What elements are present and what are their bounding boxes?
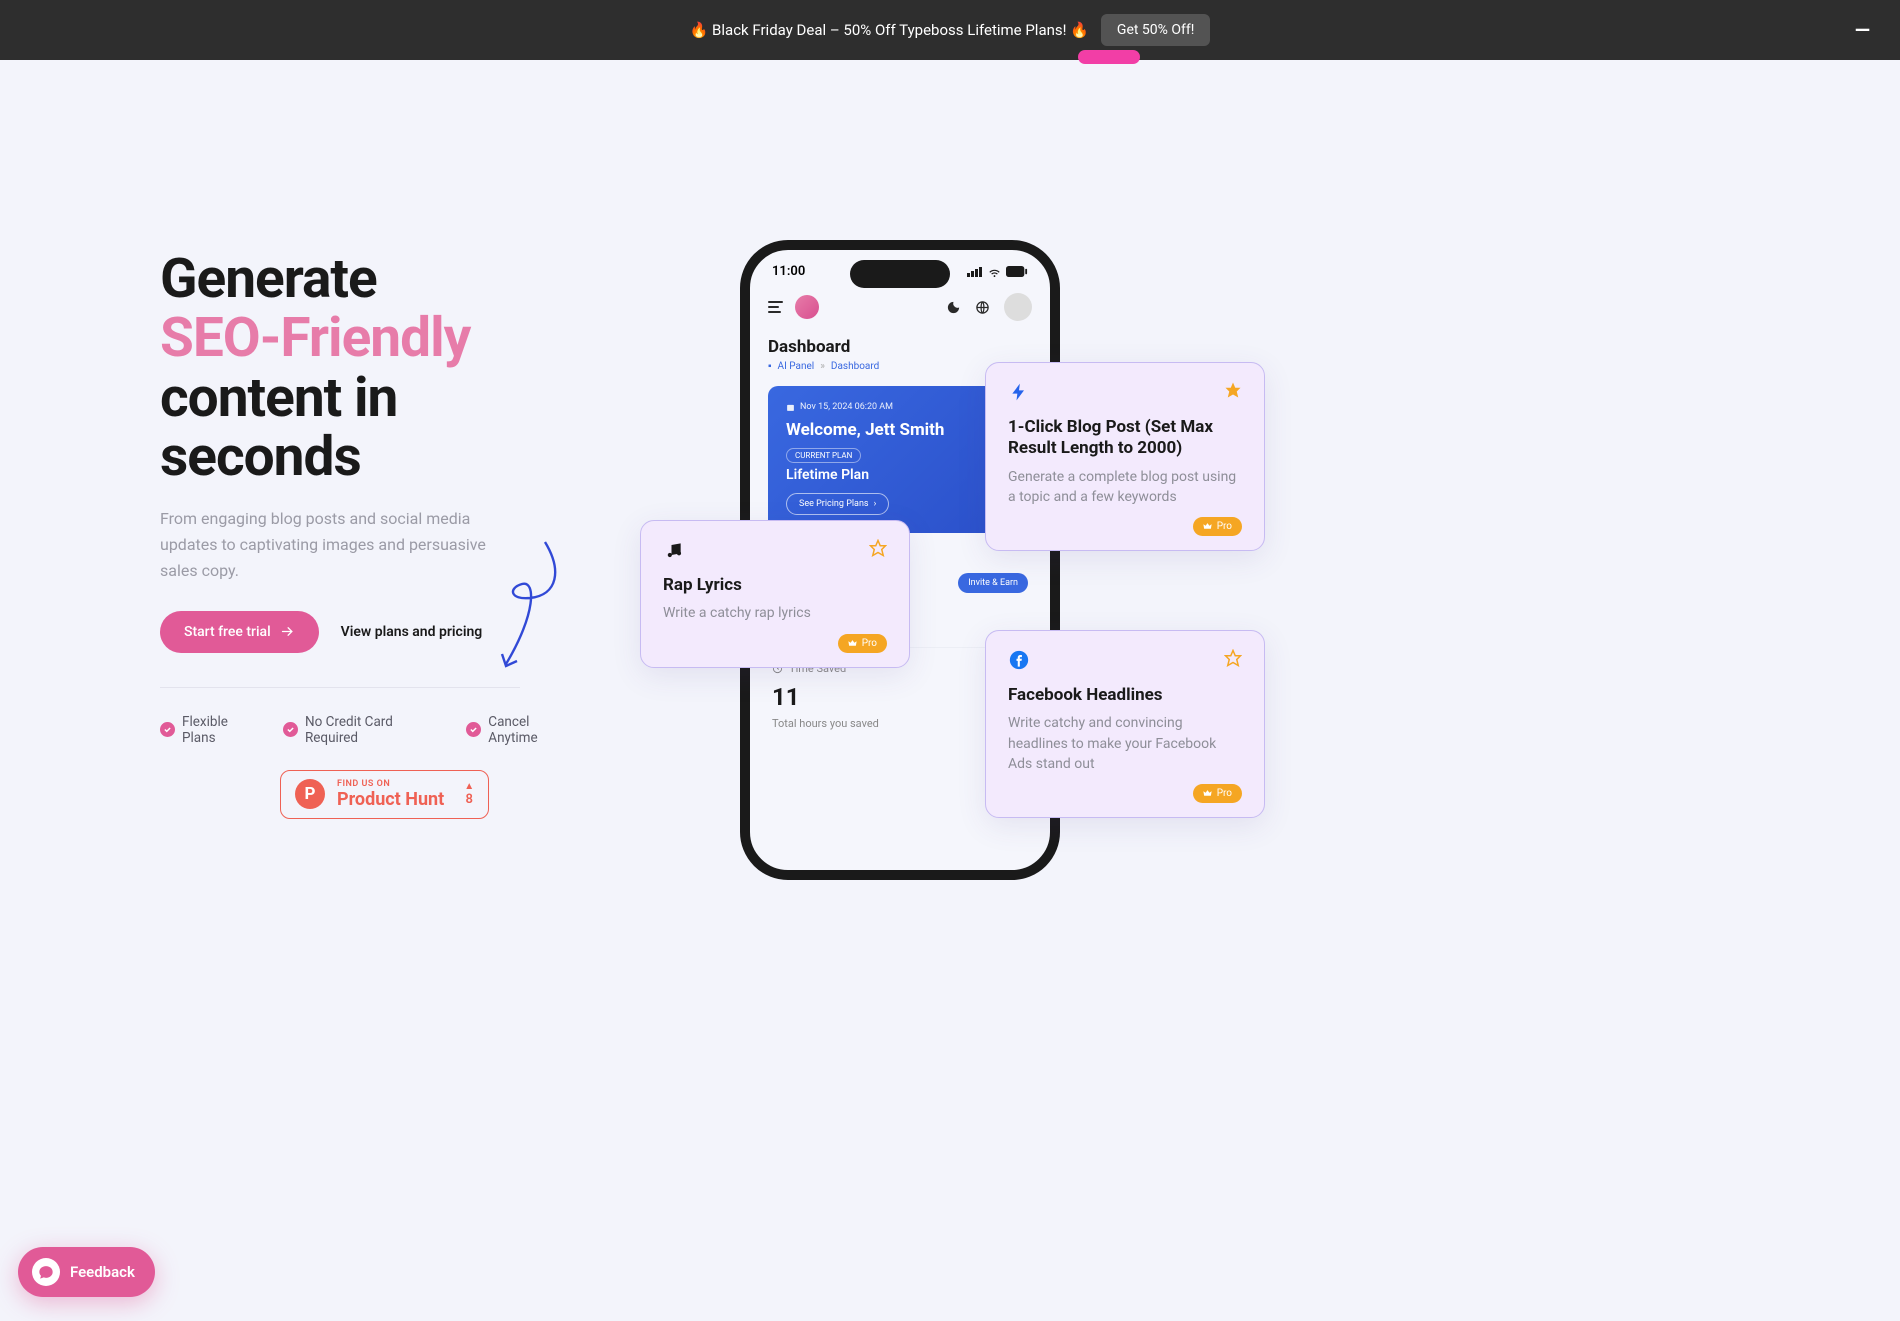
banner-close-button[interactable]: — xyxy=(1845,12,1880,48)
welcome-title: Welcome, Jett Smith xyxy=(786,420,1014,440)
sparkle-icon xyxy=(1224,381,1242,403)
see-pricing-button[interactable]: See Pricing Plans › xyxy=(786,493,889,515)
card-desc: Write catchy and convincing headlines to… xyxy=(1008,713,1242,774)
chevron-right-icon: › xyxy=(874,499,877,509)
music-icon xyxy=(663,539,685,561)
curved-arrow-icon xyxy=(500,540,570,670)
moon-icon[interactable] xyxy=(946,300,961,315)
invite-earn-button[interactable]: Invite & Earn xyxy=(958,573,1028,593)
pro-badge: Pro xyxy=(838,634,887,653)
arrow-right-icon xyxy=(280,624,295,639)
phone-time: 11:00 xyxy=(772,264,805,279)
breadcrumb-item[interactable]: Dashboard xyxy=(831,361,879,372)
current-plan-label: CURRENT PLAN xyxy=(786,448,861,463)
product-hunt-votes: 8 xyxy=(465,792,472,807)
feedback-label: Feedback xyxy=(70,1263,135,1281)
signal-icon xyxy=(967,266,983,277)
card-desc: Generate a complete blog post using a to… xyxy=(1008,467,1242,508)
promo-banner: 🔥 Black Friday Deal – 50% Off Typeboss L… xyxy=(0,0,1900,60)
check-icon xyxy=(160,722,175,737)
star-outline-icon xyxy=(869,539,887,561)
card-desc: Write a catchy rap lyrics xyxy=(663,603,887,623)
start-free-trial-label: Start free trial xyxy=(184,624,271,640)
feature-label: Cancel Anytime xyxy=(488,714,580,746)
product-hunt-logo-icon: P xyxy=(295,779,325,809)
lightning-icon xyxy=(1008,381,1030,403)
breadcrumb-item[interactable]: AI Panel xyxy=(778,361,815,372)
hero-title: Generate SEO-Friendly content in seconds xyxy=(160,250,580,488)
feature-card-rap[interactable]: Rap Lyrics Write a catchy rap lyrics Pro xyxy=(640,520,910,668)
card-title: Facebook Headlines xyxy=(1008,685,1242,706)
divider xyxy=(160,687,520,688)
app-logo-icon xyxy=(795,295,819,319)
crown-icon xyxy=(1203,789,1212,798)
hero-section: Generate SEO-Friendly content in seconds… xyxy=(0,60,1900,930)
welcome-date: Nov 15, 2024 06:20 AM xyxy=(786,402,1014,412)
card-title: 1-Click Blog Post (Set Max Result Length… xyxy=(1008,417,1242,460)
hero-title-line3: content in seconds xyxy=(160,366,397,489)
globe-icon[interactable] xyxy=(975,300,990,315)
calendar-icon xyxy=(786,403,795,412)
plan-name: Lifetime Plan xyxy=(786,467,1014,483)
hero-illustration: 11:00 Dashboard xyxy=(680,250,1740,930)
wifi-icon xyxy=(987,266,1002,277)
feature-card-facebook[interactable]: Facebook Headlines Write catchy and conv… xyxy=(985,630,1265,818)
banner-text: 🔥 Black Friday Deal – 50% Off Typeboss L… xyxy=(690,21,1089,39)
start-free-trial-button[interactable]: Start free trial xyxy=(160,611,319,653)
feature-list: Flexible Plans No Credit Card Required C… xyxy=(160,714,580,746)
feedback-button[interactable]: Feedback xyxy=(18,1247,155,1297)
product-hunt-small: FIND US ON xyxy=(337,779,444,789)
feature-item: Flexible Plans xyxy=(160,714,263,746)
phone-toolbar xyxy=(750,283,1050,331)
battery-icon xyxy=(1006,266,1028,277)
avatar[interactable] xyxy=(1004,293,1032,321)
product-hunt-big: Product Hunt xyxy=(337,789,444,810)
pro-badge: Pro xyxy=(1193,784,1242,803)
hero-title-line1: Generate xyxy=(160,247,377,311)
upvote-arrow-icon: ▲ xyxy=(464,782,474,792)
menu-icon[interactable] xyxy=(768,301,783,313)
hero-subtitle: From engaging blog posts and social medi… xyxy=(160,506,520,585)
phone-notch xyxy=(850,260,950,288)
card-title: Rap Lyrics xyxy=(663,575,887,596)
view-plans-link[interactable]: View plans and pricing xyxy=(341,624,483,640)
feedback-icon xyxy=(32,1258,60,1286)
feature-label: No Credit Card Required xyxy=(305,714,446,746)
feature-item: No Credit Card Required xyxy=(283,714,446,746)
feature-label: Flexible Plans xyxy=(182,714,263,746)
crown-icon xyxy=(848,639,857,648)
facebook-icon xyxy=(1008,649,1030,671)
check-icon xyxy=(283,722,298,737)
home-icon[interactable]: ▪ xyxy=(768,361,772,372)
feature-item: Cancel Anytime xyxy=(466,714,580,746)
hero-title-highlight: SEO-Friendly xyxy=(160,306,470,370)
check-icon xyxy=(466,722,481,737)
page-title: Dashboard xyxy=(768,337,1032,357)
banner-cta-button[interactable]: Get 50% Off! xyxy=(1101,14,1210,46)
feature-card-blog[interactable]: 1-Click Blog Post (Set Max Result Length… xyxy=(985,362,1265,551)
star-outline-icon xyxy=(1224,649,1242,671)
product-hunt-badge[interactable]: P FIND US ON Product Hunt ▲ 8 xyxy=(280,770,489,819)
crown-icon xyxy=(1203,522,1212,531)
pro-badge: Pro xyxy=(1193,517,1242,536)
